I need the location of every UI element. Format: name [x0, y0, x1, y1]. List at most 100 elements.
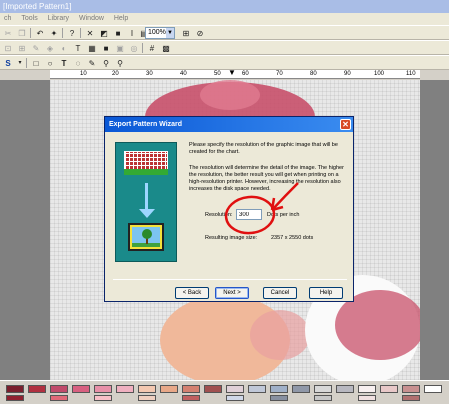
brush-icon[interactable]: ✎	[30, 42, 42, 54]
down-arrow-head-icon	[139, 209, 155, 218]
cancel-button[interactable]: Cancel	[263, 287, 297, 299]
export-pattern-wizard-dialog: Export Pattern Wizard ✕ Please specify t…	[104, 116, 354, 302]
dialog-title-bar: Export Pattern Wizard	[105, 117, 353, 132]
close-icon[interactable]: ✕	[340, 119, 351, 130]
ruler-label: 30	[146, 71, 153, 77]
picture-frame-icon	[128, 223, 164, 251]
palette-swatch[interactable]	[226, 385, 244, 393]
ruler-label: 10	[80, 71, 87, 77]
palette-swatch[interactable]	[314, 395, 332, 401]
palette-swatch[interactable]	[402, 395, 420, 401]
image-size-value: 2357 x 2550 dots	[271, 235, 314, 241]
menu-bar: ch Tools Library Window Help	[0, 13, 449, 25]
palette-swatch[interactable]	[380, 385, 398, 393]
santa-cheek-shape	[250, 310, 310, 360]
palette-swatch[interactable]	[138, 395, 156, 401]
knot-icon[interactable]: ◎	[128, 42, 140, 54]
view-symbols-icon[interactable]: ▩	[160, 42, 172, 54]
ruler-label: 90	[344, 71, 351, 77]
menu-item-window[interactable]: Window	[79, 15, 104, 22]
eyedropper-icon[interactable]: ⚲	[100, 57, 112, 69]
palette-swatch[interactable]	[50, 395, 68, 401]
menu-item-ch[interactable]: ch	[4, 15, 11, 22]
dialog-explanation-text: The resolution will determine the detail…	[189, 165, 344, 192]
undo-icon[interactable]: ↶	[34, 27, 46, 39]
next-button[interactable]: Next >	[215, 287, 249, 299]
palette-swatch[interactable]	[182, 395, 200, 401]
zoom-select[interactable]: 100% ▼	[145, 27, 175, 39]
chevron-down-icon[interactable]: ▼	[166, 28, 174, 38]
help-button[interactable]: Help	[309, 287, 343, 299]
ruler-label: 110	[406, 71, 416, 77]
text-tool-icon[interactable]: T	[58, 57, 70, 69]
lock-icon[interactable]: ⊡	[2, 42, 14, 54]
ruler-position-marker-icon: ▼	[228, 68, 236, 77]
palette-swatch[interactable]	[402, 385, 420, 393]
palette-swatch[interactable]	[292, 385, 310, 393]
palette-swatch[interactable]	[248, 385, 266, 393]
palette-swatch[interactable]	[314, 385, 332, 393]
color-palette-strip	[0, 380, 449, 404]
rectangle-select-icon[interactable]: □	[30, 57, 42, 69]
palette-swatch[interactable]	[204, 385, 222, 393]
lasso-icon[interactable]: ○	[44, 57, 56, 69]
gridlines-icon[interactable]: #	[146, 42, 158, 54]
back-button[interactable]: < Back	[175, 287, 209, 299]
down-arrow-icon	[145, 183, 148, 211]
full-stitch-icon[interactable]: ■	[112, 27, 124, 39]
palette-swatch[interactable]	[270, 385, 288, 393]
resolution-label: Resolution:	[205, 212, 233, 218]
palette-swatch[interactable]	[336, 385, 354, 393]
palette-swatch[interactable]	[6, 395, 24, 401]
ruler-label: 50	[214, 71, 221, 77]
palette-swatch[interactable]	[28, 385, 46, 393]
palette-swatch[interactable]	[6, 385, 24, 393]
stitch-tool-icon[interactable]: S	[2, 57, 14, 69]
cross-stitch-icon[interactable]: ✕	[84, 27, 96, 39]
palette-swatch[interactable]	[94, 395, 112, 401]
fill-color-icon[interactable]: ■	[100, 42, 112, 54]
dialog-instruction-text: Please specify the resolution of the gra…	[189, 142, 338, 155]
palette-swatch[interactable]	[50, 385, 68, 393]
palette-swatch[interactable]	[182, 385, 200, 393]
symbols-icon[interactable]: T	[72, 42, 84, 54]
grid-icon[interactable]: ⊞	[16, 42, 28, 54]
fit-window-icon[interactable]: ⊞	[180, 27, 192, 39]
select-color-icon[interactable]: ◐	[58, 42, 70, 54]
palette-swatch[interactable]	[116, 385, 134, 393]
menu-item-tools[interactable]: Tools	[21, 15, 37, 22]
palette-swatch[interactable]	[226, 395, 244, 401]
magnify-icon[interactable]: ⚲	[114, 57, 126, 69]
bucket-icon[interactable]: ◈	[44, 42, 56, 54]
palette-swatch[interactable]	[358, 395, 376, 401]
color-palette-icon[interactable]: ▦	[86, 42, 98, 54]
palette-swatch[interactable]	[358, 385, 376, 393]
dropdown-icon[interactable]: ▾	[14, 57, 26, 69]
palette-swatch[interactable]	[138, 385, 156, 393]
half-stitch-icon[interactable]: ◩	[98, 27, 110, 39]
wizard-illustration	[115, 142, 177, 262]
pattern-grid-base	[124, 169, 168, 175]
palette-swatch[interactable]	[72, 385, 90, 393]
palette-swatch[interactable]	[160, 385, 178, 393]
help-pointer-icon[interactable]: ?	[66, 27, 78, 39]
dialog-title: Export Pattern Wizard	[109, 121, 183, 128]
palette-swatch[interactable]	[270, 395, 288, 401]
palette-swatch[interactable]	[94, 385, 112, 393]
image-size-label: Resulting image size:	[205, 235, 258, 241]
hat-highlight	[200, 80, 260, 110]
toolbar-drawing: S ▾ □ ○ T ◌ ✎ ⚲ ⚲	[0, 55, 449, 70]
zoom-to-selection-icon[interactable]: ⊘	[194, 27, 206, 39]
wand-icon[interactable]: ✦	[48, 27, 60, 39]
menu-item-help[interactable]: Help	[114, 15, 128, 22]
palette-swatch[interactable]	[424, 385, 442, 393]
toolbar-palette: ⊡ ⊞ ✎ ◈ ◐ T ▦ ■ ▣ ◎ # ▩	[0, 40, 449, 55]
menu-item-library[interactable]: Library	[48, 15, 69, 22]
cut-icon[interactable]: ✂	[2, 27, 14, 39]
text-cursor-icon[interactable]: I	[126, 27, 138, 39]
shape-icon[interactable]: ◌	[72, 57, 84, 69]
backstitch-icon[interactable]: ▣	[114, 42, 126, 54]
pencil-icon[interactable]: ✎	[86, 57, 98, 69]
copy-icon[interactable]: ❐	[16, 27, 28, 39]
resolution-input[interactable]	[236, 209, 262, 220]
